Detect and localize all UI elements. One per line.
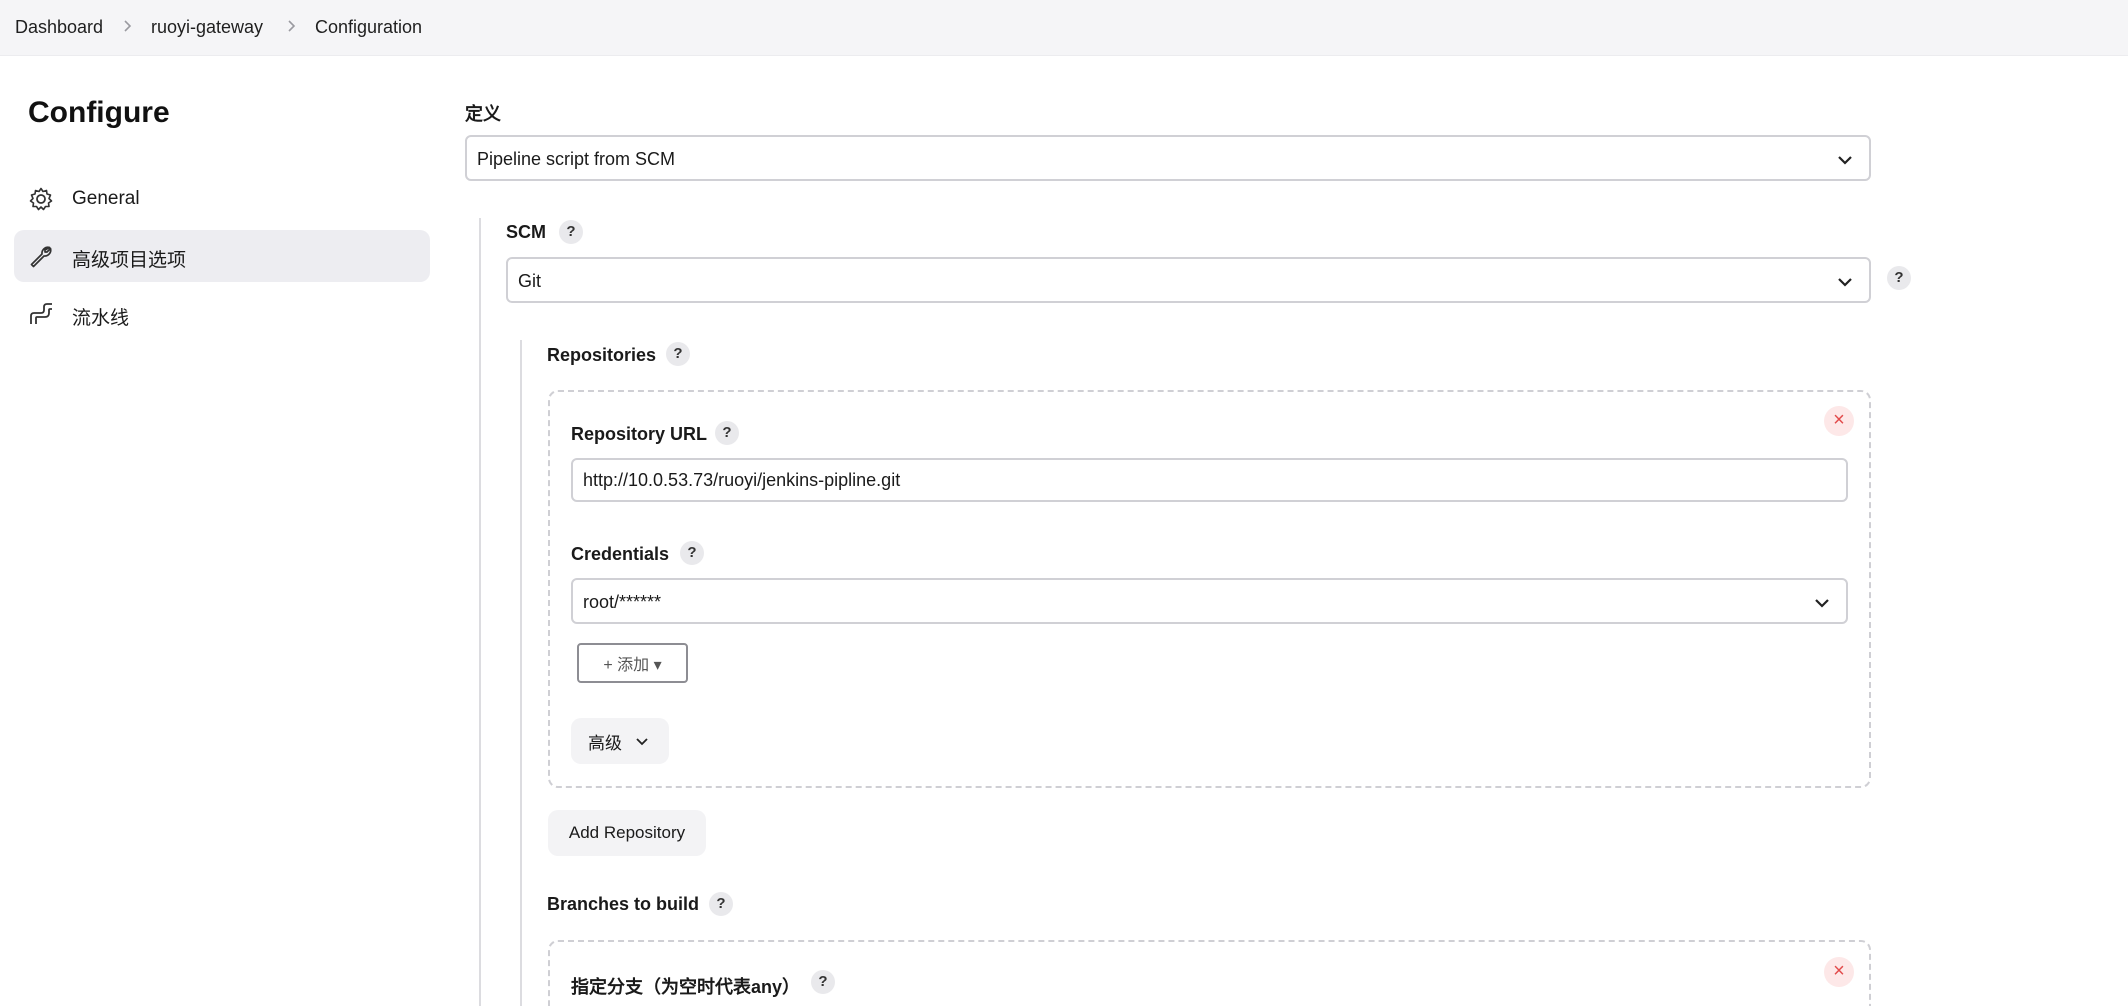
credentials-help-icon[interactable]: ? bbox=[680, 541, 704, 565]
chevron-down-icon bbox=[636, 738, 648, 746]
chevron-down-icon bbox=[1838, 278, 1852, 287]
sidebar-item-general[interactable]: General bbox=[14, 173, 430, 225]
sidebar-item-label: 流水线 bbox=[72, 308, 130, 329]
definition-select-value: Pipeline script from SCM bbox=[477, 149, 676, 169]
branches-label: Branches to build bbox=[547, 894, 700, 914]
sidebar-item-advanced-project-options[interactable]: 高级项目选项 bbox=[14, 230, 430, 282]
chevron-down-icon bbox=[1838, 156, 1852, 165]
chevron-right-icon bbox=[288, 20, 296, 32]
breadcrumb-configuration[interactable]: Configuration bbox=[315, 17, 422, 38]
branch-specifier-help-icon[interactable]: ? bbox=[811, 970, 835, 994]
page-title: Configure bbox=[28, 96, 170, 129]
add-repository-button[interactable]: Add Repository bbox=[548, 810, 706, 856]
remove-branch-button[interactable]: × bbox=[1824, 957, 1854, 987]
chevron-down-icon bbox=[1815, 599, 1829, 608]
remove-repository-button[interactable]: × bbox=[1824, 406, 1854, 436]
repositories-label: Repositories bbox=[547, 345, 657, 365]
breadcrumb-dashboard[interactable]: Dashboard bbox=[15, 17, 103, 38]
credentials-label: Credentials bbox=[571, 544, 670, 564]
repositories-help-icon[interactable]: ? bbox=[666, 342, 690, 366]
branch-specifier-label: 指定分支（为空时代表any） bbox=[571, 977, 801, 997]
advanced-button-label: 高级 bbox=[588, 733, 622, 753]
sidebar-item-label: 高级项目选项 bbox=[72, 250, 187, 271]
breadcrumb: Dashboard ruoyi-gateway Configuration bbox=[0, 0, 2128, 56]
scm-select-help-icon[interactable]: ? bbox=[1887, 266, 1911, 290]
credentials-select-value: root/****** bbox=[583, 592, 662, 612]
git-section-rail bbox=[520, 340, 522, 1006]
advanced-button[interactable]: 高级 bbox=[571, 718, 669, 764]
chevron-right-icon bbox=[124, 20, 132, 32]
add-credentials-button[interactable]: + 添加 ▾ bbox=[577, 643, 688, 683]
scm-select[interactable]: Git bbox=[506, 257, 1871, 303]
pipeline-icon bbox=[30, 303, 52, 324]
repository-url-label: Repository URL bbox=[571, 424, 708, 444]
repository-url-help-icon[interactable]: ? bbox=[715, 421, 739, 445]
definition-select[interactable]: Pipeline script from SCM bbox=[465, 135, 1871, 181]
repository-url-input[interactable] bbox=[571, 458, 1848, 502]
branches-help-icon[interactable]: ? bbox=[709, 892, 733, 916]
scm-label: SCM bbox=[506, 222, 546, 242]
sidebar-item-pipeline[interactable]: 流水线 bbox=[14, 288, 430, 340]
credentials-select[interactable]: root/****** bbox=[571, 578, 1848, 624]
wrench-icon bbox=[30, 246, 52, 268]
gear-icon bbox=[29, 187, 53, 211]
scm-select-value: Git bbox=[518, 271, 542, 291]
scm-section-rail bbox=[479, 218, 481, 1006]
breadcrumb-ruoyi-gateway[interactable]: ruoyi-gateway bbox=[151, 17, 263, 38]
scm-help-icon[interactable]: ? bbox=[559, 220, 583, 244]
sidebar-item-label: General bbox=[72, 188, 140, 209]
definition-label: 定义 bbox=[465, 104, 501, 124]
